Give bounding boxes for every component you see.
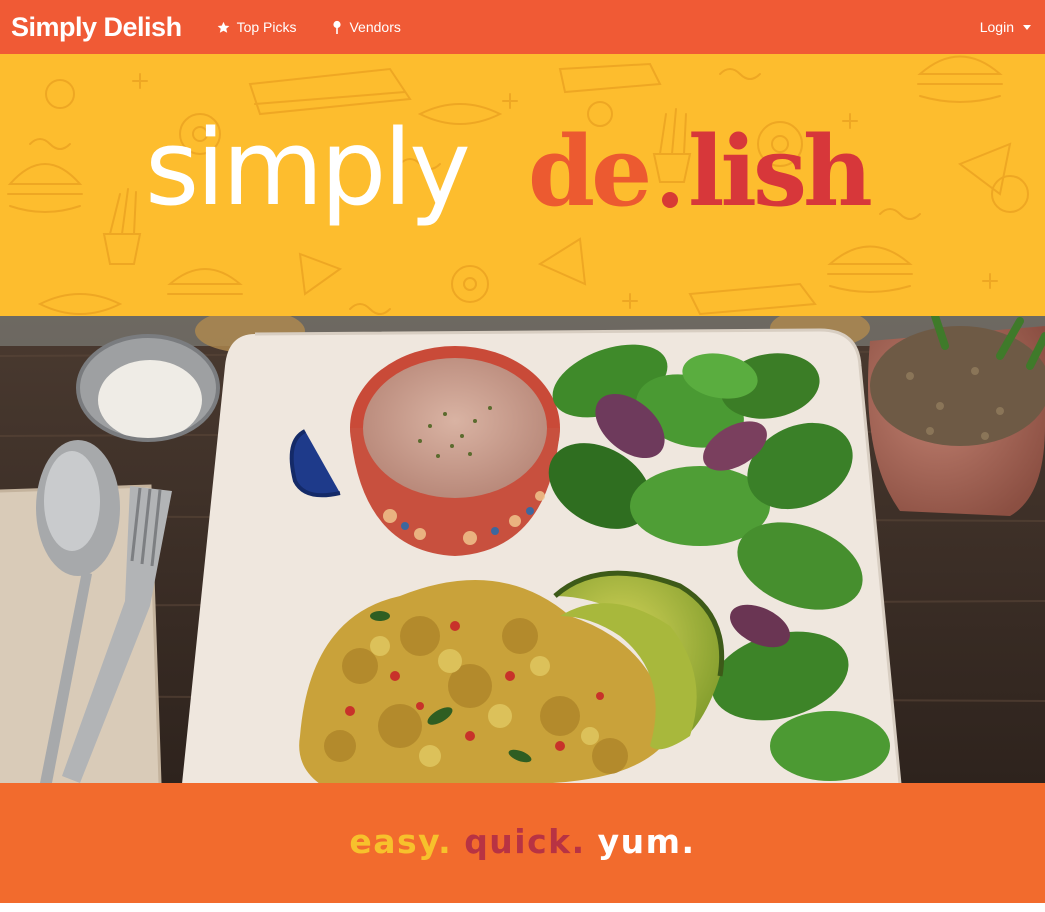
- logo-word-lish: lish: [688, 115, 873, 228]
- tagline-word-yum: yum.: [597, 821, 696, 861]
- logo-word-de: de: [528, 115, 652, 228]
- login-dropdown[interactable]: Login: [980, 0, 1031, 54]
- nav-top-picks[interactable]: Top Picks: [217, 19, 297, 35]
- star-icon: [217, 21, 230, 34]
- login-label: Login: [979, 19, 1014, 35]
- top-navbar: Simply Delish Top Picks Vendors Login: [0, 0, 1045, 54]
- hero-food-photo: [0, 316, 1045, 783]
- nav-vendors-label: Vendors: [349, 19, 401, 35]
- breakfast-plate-illustration: [0, 316, 1045, 783]
- site-logo: simply de lish: [0, 54, 1045, 316]
- tagline-word-quick: quick.: [464, 821, 586, 861]
- brand-link[interactable]: Simply Delish: [11, 12, 182, 43]
- tagline-word-easy: easy.: [349, 821, 453, 861]
- tagline: easy. quick. yum.: [349, 822, 695, 861]
- caret-down-icon: [1023, 24, 1031, 30]
- logo-dot: [662, 192, 678, 208]
- hero-banner: simply de lish: [0, 54, 1045, 316]
- map-pin-icon: [332, 20, 342, 35]
- nav-top-picks-label: Top Picks: [236, 19, 297, 35]
- tagline-section: easy. quick. yum.: [0, 783, 1045, 903]
- nav-vendors[interactable]: Vendors: [332, 19, 401, 35]
- logo-word-simply: simply: [145, 107, 471, 229]
